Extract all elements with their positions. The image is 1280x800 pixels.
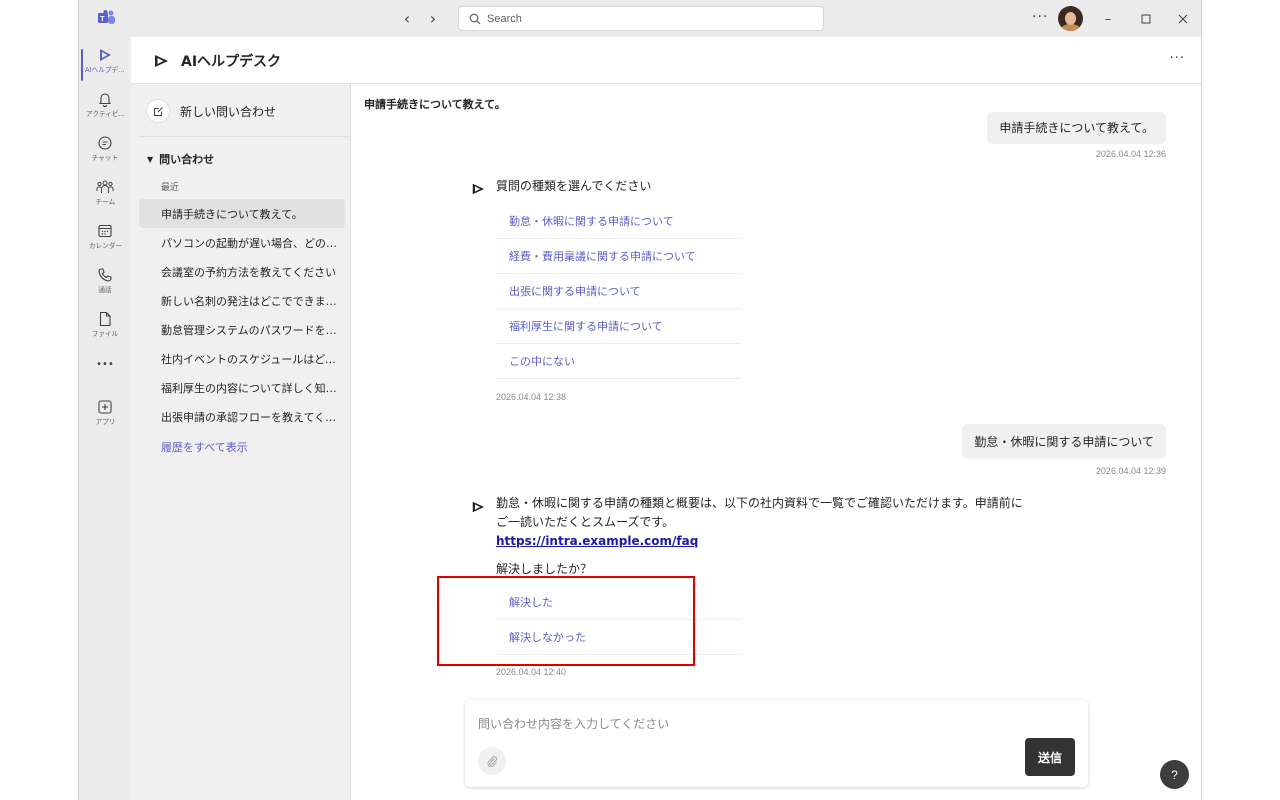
rail-label: チーム [95,198,115,206]
bot-message: 勤怠・休暇に関する申請の種類と概要は、以下の社内資料で一覧でご確認いただけます。… [496,494,1023,551]
teams-logo-icon: T [98,10,115,24]
rail-item-files[interactable]: ファイル [79,307,131,351]
bot-message: 質問の種類を選んでください [496,179,652,193]
faq-link[interactable]: https://intra.example.com/faq [496,534,698,548]
desktop-left [0,0,78,800]
close-icon[interactable] [1173,9,1193,29]
app-header: AIヘルプデスク ··· [131,37,1201,84]
history-item[interactable]: 申請手続きについて教えて。 [139,199,345,228]
bell-icon [98,93,112,107]
history-item[interactable]: 福利厚生の内容について詳しく知りたいです [139,373,345,402]
search-input[interactable]: Search [458,6,824,31]
send-triangle-icon [100,49,111,61]
message-input[interactable]: 問い合わせ内容を入力してください [478,715,669,732]
timestamp: 2026.04.04 12:38 [496,392,567,402]
desktop-right [1202,0,1280,800]
app-rail: AIヘルプデ... アクティビ... チャット チーム カレンダー 通話 ファイ… [79,37,131,800]
new-inquiry-button[interactable]: 新しい問い合わせ [146,99,276,123]
resolution-choice-list: 解決した 解決しなかった [496,585,740,655]
rail-item-calendar[interactable]: カレンダー [79,219,131,263]
rail-label: AIヘルプデ... [85,66,125,74]
rail-item-apps[interactable]: アプリ [79,395,131,439]
choice-option[interactable]: この中にない [496,344,740,379]
phone-icon [98,268,112,282]
file-icon [99,311,111,327]
rail-item-ai-helpdesk[interactable]: AIヘルプデ... [79,43,131,87]
bot-avatar-icon [472,183,485,195]
rail-item-chat[interactable]: チャット [79,131,131,175]
rail-label: カレンダー [88,242,122,250]
resolved-button[interactable]: 解決した [496,585,740,620]
history-item[interactable]: 会議室の予約方法を教えてください [139,257,345,286]
add-app-icon [98,400,112,414]
chat-title: 申請手続きについて教えて。 [364,96,506,112]
history-item[interactable]: 社内イベントのスケジュールはどこで確認できますか [139,344,345,373]
choice-option[interactable]: 経費・費用稟議に関する申請について [496,239,740,274]
help-button[interactable]: ? [1160,760,1189,789]
timestamp: 2026.04.04 12:39 [1095,466,1166,476]
not-resolved-button[interactable]: 解決しなかった [496,620,740,655]
search-placeholder: Search [487,12,522,25]
more-icon: ••• [96,359,114,370]
header-more-icon[interactable]: ··· [1170,51,1185,66]
caret-down-icon: ▼ [147,154,154,164]
search-icon [469,13,481,24]
more-icon[interactable]: ··· [1032,9,1048,25]
rail-label: 通話 [98,286,112,294]
choice-option[interactable]: 勤怠・休暇に関する申請について [496,204,740,239]
avatar[interactable] [1058,6,1083,31]
forward-icon[interactable]: › [423,8,443,28]
rail-label: アプリ [95,418,115,426]
svg-text:T: T [100,16,105,23]
history-item[interactable]: パソコンの起動が遅い場合、どのように対処すればよいですか [139,228,345,257]
timestamp: 2026.04.04 12:36 [1095,149,1166,159]
paperclip-icon [487,756,497,767]
teams-window: T ‹ › Search ··· – AIヘルプデ... アクティビ... チャ… [78,0,1202,800]
compose-icon [146,99,170,123]
rail-item-calls[interactable]: 通話 [79,263,131,307]
divider [139,136,351,137]
bot-avatar-icon [472,501,485,513]
maximize-icon[interactable] [1136,9,1156,29]
chat-area: 申請手続きについて教えて。 申請手続きについて教えて。 2026.04.04 1… [351,84,1201,800]
calendar-icon [98,224,112,238]
send-triangle-icon [155,55,168,67]
history-item[interactable]: 出張申請の承認フローを教えてください [139,402,345,431]
resolved-question: 解決しましたか？ [496,562,593,576]
rail-label: ファイル [91,330,119,338]
rail-item-activity[interactable]: アクティビ... [79,87,131,131]
user-message: 申請手続きについて教えて。 [987,112,1166,144]
choice-option[interactable]: 出張に関する申請について [496,274,740,309]
title-bar: T ‹ › Search ··· – [79,0,1201,37]
rail-item-teams[interactable]: チーム [79,175,131,219]
new-inquiry-label: 新しい問い合わせ [180,104,277,119]
chat-icon [98,136,112,150]
choice-list: 勤怠・休暇に関する申請について 経費・費用稟議に関する申請について 出張に関する… [496,204,740,379]
history-item[interactable]: 新しい名刺の発注はどこでできますか [139,286,345,315]
bot-message-line: ご一読いただくとスムーズです。 [496,515,675,529]
user-message: 勤怠・休暇に関する申請について [962,424,1166,459]
minimize-icon[interactable]: – [1098,9,1118,29]
app-title: AIヘルプデスク [181,54,282,70]
back-icon[interactable]: ‹ [397,8,417,28]
timestamp: 2026.04.04 12:40 [496,667,567,677]
recent-label: 最近 [161,183,180,193]
choice-option[interactable]: 福利厚生に関する申請について [496,309,740,344]
rail-label: アクティビ... [85,110,125,118]
attach-button[interactable] [478,747,506,775]
history-sidebar: 新しい問い合わせ ▼ 問い合わせ 最近 申請手続きについて教えて。 パソコンの起… [131,84,351,800]
message-composer: 問い合わせ内容を入力してください 送信 [465,700,1088,787]
send-button[interactable]: 送信 [1025,738,1075,776]
bot-message-line: 勤怠・休暇に関する申請の種類と概要は、以下の社内資料で一覧でご確認いただけます。… [496,496,1023,510]
teams-people-icon [96,180,114,193]
inquiry-section-toggle[interactable]: ▼ 問い合わせ [147,151,214,167]
history-item[interactable]: 勤怠管理システムのパスワードを忘れました [139,315,345,344]
section-title: 問い合わせ [159,153,215,166]
rail-label: チャット [91,154,119,162]
active-indicator [81,49,83,81]
show-all-history-link[interactable]: 履歴をすべて表示 [161,439,248,455]
